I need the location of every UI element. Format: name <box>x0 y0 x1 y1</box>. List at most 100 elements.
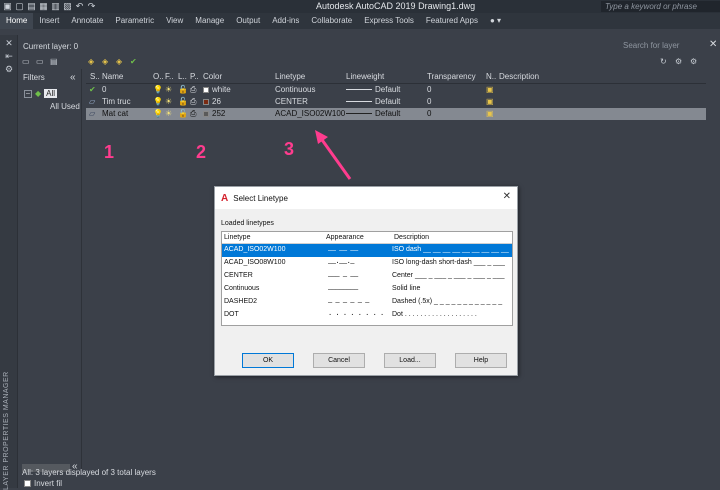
settings-icon[interactable]: ⚙ <box>675 57 685 66</box>
col-color[interactable]: Color <box>203 72 222 81</box>
col-name[interactable]: Name <box>102 72 123 81</box>
layer-search-input[interactable]: Search for layer <box>620 40 708 52</box>
tab-parametric[interactable]: Parametric <box>109 13 160 29</box>
properties-icon[interactable]: ⚙ <box>4 64 14 74</box>
list-item[interactable]: DASHED2 – – – – – – Dashed (.5x) _ _ _ _… <box>222 296 512 309</box>
tab-insert[interactable]: Insert <box>33 13 65 29</box>
tree-toggle-icon[interactable]: – <box>24 89 32 98</box>
tab-home[interactable]: Home <box>0 13 34 29</box>
filter-tree-used[interactable]: All Used Layers <box>50 102 82 111</box>
tab-view[interactable]: View <box>160 13 189 29</box>
new-group-filter-icon[interactable]: ▭ <box>36 57 46 66</box>
table-row[interactable]: ✔ 0 💡 ☀ 🔓 ⎙ white Continuous Default 0 ▣ <box>86 84 706 96</box>
layer-lineweight[interactable]: Default <box>346 97 400 106</box>
redo-icon[interactable]: ↷ <box>87 2 96 11</box>
layer-name[interactable]: 0 <box>102 85 106 94</box>
col-linetype[interactable]: Linetype <box>224 234 250 241</box>
new-layer-icon[interactable]: ◈ <box>88 57 98 66</box>
thaw-sun-icon[interactable]: ☀ <box>165 85 172 94</box>
col-status[interactable]: S.. <box>90 72 100 81</box>
new-vp-freeze-icon[interactable]: ▣ <box>486 85 494 94</box>
list-item[interactable]: DOT · · · · · · · · Dot . . . . . . . . … <box>222 309 512 322</box>
filter-tree-all[interactable]: – ◆ All <box>24 89 58 98</box>
list-item[interactable]: ACAD_ISO02W100 —— —— —— ISO dash __ __ _… <box>222 244 512 257</box>
help-button[interactable]: Help <box>455 353 507 368</box>
col-description[interactable]: Description <box>499 72 539 81</box>
layer-color[interactable]: 26 <box>203 97 221 106</box>
ok-button[interactable]: OK <box>242 353 294 368</box>
undo-icon[interactable]: ↶ <box>75 2 84 11</box>
tab-annotate[interactable]: Annotate <box>65 13 109 29</box>
layer-linetype[interactable]: CENTER <box>275 97 308 106</box>
cancel-button[interactable]: Cancel <box>313 353 365 368</box>
tab-collaborate[interactable]: Collaborate <box>305 13 358 29</box>
layer-transparency[interactable]: 0 <box>427 109 431 118</box>
on-bulb-icon[interactable]: 💡 <box>153 97 163 106</box>
tab-express-tools[interactable]: Express Tools <box>358 13 420 29</box>
list-item[interactable]: ACAD_ISO08W100 ——·——·— ISO long-dash sho… <box>222 257 512 270</box>
col-lock[interactable]: L.. <box>178 72 187 81</box>
auto-hide-icon[interactable]: ⇤ <box>4 51 14 61</box>
new-layer-vp-frozen-icon[interactable]: ◈ <box>102 57 112 66</box>
new-icon[interactable]: ▢ <box>15 2 24 11</box>
layer-lineweight[interactable]: Default <box>346 85 400 94</box>
on-bulb-icon[interactable]: 💡 <box>153 85 163 94</box>
layer-linetype[interactable]: ACAD_ISO02W100 <box>275 109 345 118</box>
tab-manage[interactable]: Manage <box>189 13 230 29</box>
set-current-icon[interactable]: ✔ <box>130 57 140 66</box>
ribbon-options-icon[interactable]: ● ▾ <box>484 13 507 29</box>
new-filter-icon[interactable]: ▭ <box>22 57 32 66</box>
close-palette-icon[interactable]: ✕ <box>4 38 14 48</box>
on-bulb-icon[interactable]: 💡 <box>153 109 163 118</box>
saveas-icon[interactable]: ▥ <box>51 2 60 11</box>
invert-filter-checkbox[interactable] <box>24 480 31 487</box>
col-transparency[interactable]: Transparency <box>427 72 476 81</box>
new-vp-freeze-icon[interactable]: ▣ <box>486 97 494 106</box>
layer-linetype[interactable]: Continuous <box>275 85 315 94</box>
tab-addins[interactable]: Add-ins <box>266 13 305 29</box>
delete-layer-icon[interactable]: ◈ <box>116 57 126 66</box>
tab-featured-apps[interactable]: Featured Apps <box>420 13 484 29</box>
unlock-icon[interactable]: 🔓 <box>178 85 188 94</box>
layer-lineweight[interactable]: Default <box>346 109 400 118</box>
close-icon[interactable]: ✕ <box>503 191 511 202</box>
col-appearance[interactable]: Appearance <box>326 234 364 241</box>
list-item[interactable]: Continuous ———————— Solid line <box>222 283 512 296</box>
thaw-sun-icon[interactable]: ☀ <box>165 109 172 118</box>
plot-printer-icon[interactable]: ⎙ <box>190 97 196 107</box>
col-plot[interactable]: P.. <box>190 72 199 81</box>
col-on[interactable]: O.. <box>153 72 164 81</box>
unlock-icon[interactable]: 🔓 <box>178 97 188 106</box>
app-menu-icon[interactable]: ▣ <box>3 2 12 11</box>
table-row[interactable]: ▱ Tim truc 💡 ☀ 🔓 ⎙ 26 CENTER Default 0 ▣ <box>86 96 706 108</box>
invert-filter[interactable]: Invert fil <box>24 479 62 488</box>
layer-color[interactable]: white <box>203 85 231 94</box>
layer-transparency[interactable]: 0 <box>427 85 431 94</box>
new-vp-freeze-icon[interactable]: ▣ <box>486 109 494 118</box>
refresh-icon[interactable]: ↻ <box>660 57 670 66</box>
plot-icon[interactable]: ▧ <box>63 2 72 11</box>
settings2-icon[interactable]: ⚙ <box>690 57 700 66</box>
col-newvp[interactable]: N.. <box>486 72 496 81</box>
tab-output[interactable]: Output <box>230 13 266 29</box>
keyword-search-input[interactable]: Type a keyword or phrase <box>601 1 720 12</box>
load-button[interactable]: Load... <box>384 353 436 368</box>
plot-printer-icon[interactable]: ⎙ <box>190 85 196 95</box>
thaw-sun-icon[interactable]: ☀ <box>165 97 172 106</box>
layer-transparency[interactable]: 0 <box>427 97 431 106</box>
col-description[interactable]: Description <box>394 234 429 241</box>
layer-name[interactable]: Tim truc <box>102 97 131 106</box>
close-icon[interactable]: ✕ <box>709 39 717 50</box>
layer-color[interactable]: 252 <box>203 109 225 118</box>
col-freeze[interactable]: F.. <box>165 72 173 81</box>
layer-name[interactable]: Mat cat <box>102 109 128 118</box>
col-lineweight[interactable]: Lineweight <box>346 72 384 81</box>
unlock-icon[interactable]: 🔓 <box>178 109 188 118</box>
col-linetype[interactable]: Linetype <box>275 72 305 81</box>
save-icon[interactable]: ▦ <box>39 2 48 11</box>
collapse-filters-icon[interactable]: « <box>70 72 76 83</box>
table-row[interactable]: ▱ Mat cat 💡 ☀ 🔓 ⎙ 252 ACAD_ISO02W100 Def… <box>86 108 706 120</box>
list-item[interactable]: CENTER ——— — —— Center ___ _ ___ _ ___ _… <box>222 270 512 283</box>
plot-printer-icon[interactable]: ⎙ <box>190 109 196 119</box>
dialog-titlebar[interactable]: A Select Linetype <box>215 187 517 209</box>
